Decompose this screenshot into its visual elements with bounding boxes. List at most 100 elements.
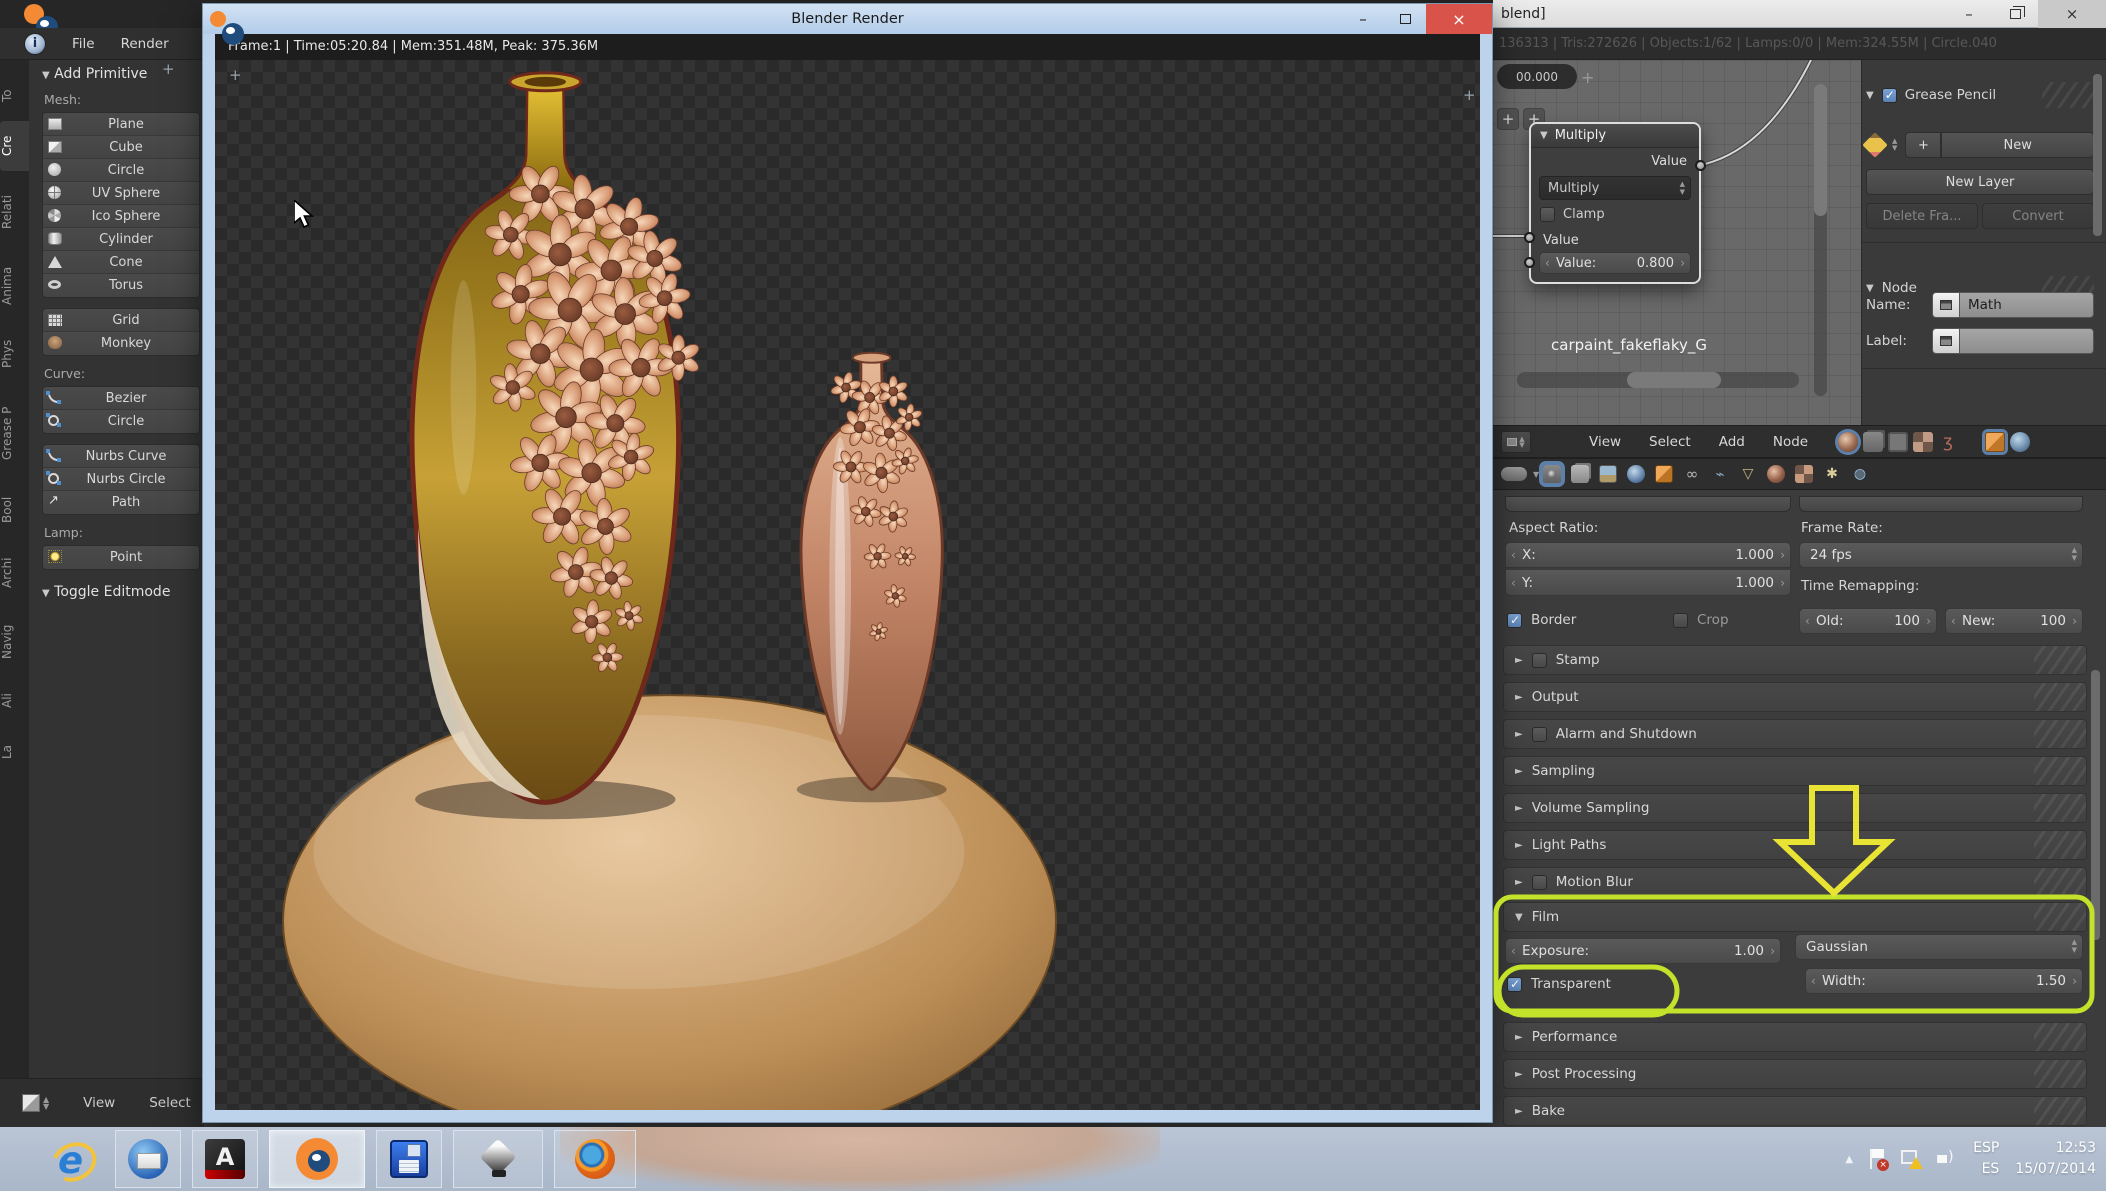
grease-pencil-add-button[interactable]: + (1905, 132, 1941, 158)
output-socket-icon[interactable] (1695, 160, 1706, 171)
shelf-button-bezier[interactable]: Bezier (43, 387, 199, 410)
render-corner-plus2-icon[interactable]: + (1463, 86, 1476, 104)
main-close-button[interactable]: × (2038, 0, 2106, 28)
new-layer-button[interactable]: New Layer (1866, 169, 2094, 195)
viewport-menu-select[interactable]: Select (149, 1095, 191, 1111)
alarm-and-shutdown-checkbox[interactable] (1532, 727, 1547, 742)
object-cube-icon[interactable] (1985, 432, 2005, 452)
shelf-tab-bool[interactable]: Bool (0, 484, 29, 536)
menu-render[interactable]: Render (121, 36, 169, 52)
shelf-button-circle[interactable]: Circle (43, 159, 199, 182)
render-corner-plus-icon[interactable]: + (229, 66, 242, 84)
exposure-slider[interactable]: Exposure:1.00 (1505, 938, 1781, 964)
shelf-button-plane[interactable]: Plane (43, 113, 199, 136)
node-label-field[interactable] (1932, 328, 2094, 354)
vscrollbar-thumb[interactable] (1814, 84, 1827, 216)
old-slider[interactable]: Old:100 (1799, 608, 1937, 634)
delete-frames-button[interactable]: Delete Fra... (1866, 203, 1978, 229)
tab-physics-icon[interactable]: ◍ (1851, 465, 1869, 483)
node-menu-node[interactable]: Node (1759, 434, 1822, 450)
panel-light-paths[interactable]: ►Light Paths (1503, 830, 2087, 860)
node-copies-icon[interactable] (1863, 432, 1883, 452)
shelf-tab-anima[interactable]: Anima (0, 253, 29, 319)
taskbar-inkscape-button[interactable] (453, 1130, 543, 1188)
border-checkbox[interactable] (1507, 613, 1522, 628)
panel-volume-sampling[interactable]: ►Volume Sampling (1503, 793, 2087, 823)
node-name-field[interactable]: Math (1932, 292, 2094, 318)
grease-pencil-panel-header[interactable]: ▼ Grease Pencil (1866, 82, 2094, 108)
node-small-icon[interactable] (1888, 432, 1908, 452)
node-breadcrumb[interactable]: 00.000 (1497, 64, 1577, 89)
panel-output[interactable]: ►Output (1503, 682, 2087, 712)
node-value-slider[interactable]: Value:0.800 (1539, 252, 1691, 274)
taskbar-thunderbird-button[interactable] (115, 1130, 181, 1188)
scrollbar-thumb[interactable] (2091, 670, 2100, 940)
grease-pencil-checkbox[interactable] (1882, 88, 1897, 103)
preset-button-right[interactable] (1799, 496, 2083, 512)
node-add-plus-icon[interactable]: + (1497, 108, 1519, 130)
shelf-button-ico-sphere[interactable]: Ico Sphere (43, 205, 199, 228)
aspect-x-slider[interactable]: X:1.000 (1505, 542, 1791, 568)
shelf-tab-to[interactable]: To (0, 78, 29, 114)
shelf-tab-grease-p[interactable]: Grease P (0, 389, 29, 477)
shelf-tab-ali[interactable]: Ali (0, 681, 29, 721)
convert-button[interactable]: Convert (1982, 203, 2094, 229)
region-corner-plus-icon[interactable]: + (162, 60, 175, 78)
render-maximize-button[interactable] (1384, 4, 1426, 34)
filter-width-slider[interactable]: Width:1.50 (1805, 968, 2083, 994)
shelf-button-cone[interactable]: Cone (43, 251, 199, 274)
node-editor-hscrollbar[interactable] (1517, 372, 1799, 388)
tab-world-icon[interactable] (1627, 465, 1645, 483)
panel-post-processing[interactable]: ►Post Processing (1503, 1059, 2087, 1089)
shelf-button-path[interactable]: ↗Path (43, 491, 199, 514)
properties-scrollbar[interactable] (2091, 500, 2100, 1115)
menu-file[interactable]: File (72, 36, 95, 52)
shelf-tab-la[interactable]: La (0, 728, 29, 776)
action-center-flag-icon[interactable]: × (1869, 1149, 1885, 1169)
input-socket2-icon[interactable] (1524, 257, 1535, 268)
node-operation-dropdown[interactable]: Multiply▲▼ (1539, 176, 1691, 200)
tab-constraints-icon[interactable]: ∞ (1683, 465, 1701, 483)
panel-motion-blur[interactable]: ►Motion Blur (1503, 867, 2087, 897)
render-close-button[interactable]: × (1426, 4, 1492, 34)
shelf-button-uv-sphere[interactable]: UV Sphere (43, 182, 199, 205)
shelf-button-nurbs-curve[interactable]: Nurbs Curve (43, 445, 199, 468)
render-image-area[interactable]: + + (215, 60, 1480, 1110)
toggle-editmode-header[interactable]: ▼ Toggle Editmode (42, 584, 200, 600)
shelf-button-nurbs-circle[interactable]: Nurbs Circle (43, 468, 199, 491)
editor-type-icon[interactable]: i (24, 33, 46, 55)
tab-render-layers-icon[interactable] (1571, 465, 1589, 483)
taskbar-firefox-button[interactable] (554, 1130, 636, 1188)
panel-stamp[interactable]: ►Stamp (1503, 645, 2087, 675)
new-slider[interactable]: New:100 (1945, 608, 2083, 634)
network-warning-icon[interactable] (1901, 1150, 1921, 1168)
shelf-button-cube[interactable]: Cube (43, 136, 199, 159)
render-minimize-button[interactable]: – (1342, 4, 1384, 34)
shelf-button-grid[interactable]: Grid (43, 309, 199, 332)
render-window-titlebar[interactable]: Blender Render – × (203, 4, 1492, 34)
texture-checker-icon[interactable] (1913, 432, 1933, 452)
shelf-tab-phys[interactable]: Phys (0, 326, 29, 382)
tab-data-icon[interactable]: ▽ (1739, 465, 1757, 483)
add-primitive-header[interactable]: ▼ Add Primitive (42, 66, 200, 82)
tab-render-icon[interactable] (1543, 465, 1561, 483)
transparent-checkbox[interactable] (1507, 977, 1522, 992)
language-indicator[interactable]: ESP ES (1973, 1138, 1999, 1180)
clamp-checkbox[interactable] (1540, 207, 1555, 222)
node-editor[interactable]: 00.000 + + + ▼Multiply Value Multiply▲▼ … (1493, 60, 1861, 425)
volume-icon[interactable] (1937, 1150, 1957, 1168)
properties-context-icon[interactable] (1501, 467, 1527, 481)
hscrollbar-thumb[interactable] (1627, 372, 1721, 388)
breadcrumb-plus-icon[interactable]: + (1581, 68, 1594, 87)
shelf-tab-relati[interactable]: Relati (0, 178, 29, 246)
node-menu-select[interactable]: Select (1635, 434, 1705, 450)
shelf-tab-archi[interactable]: Archi (0, 543, 29, 603)
tray-expand-icon[interactable]: ▲ (1845, 1154, 1853, 1165)
panel-alarm-and-shutdown[interactable]: ►Alarm and Shutdown (1503, 719, 2087, 749)
taskbar-a-app-button[interactable]: A (192, 1130, 258, 1188)
shelf-button-circle[interactable]: Circle (43, 410, 199, 433)
filter-dropdown[interactable]: Gaussian▲▼ (1795, 934, 2083, 960)
aspect-y-slider[interactable]: Y:1.000 (1505, 570, 1791, 596)
tab-particles-icon[interactable]: ✱ (1823, 465, 1841, 483)
node-menu-add[interactable]: Add (1705, 434, 1759, 450)
